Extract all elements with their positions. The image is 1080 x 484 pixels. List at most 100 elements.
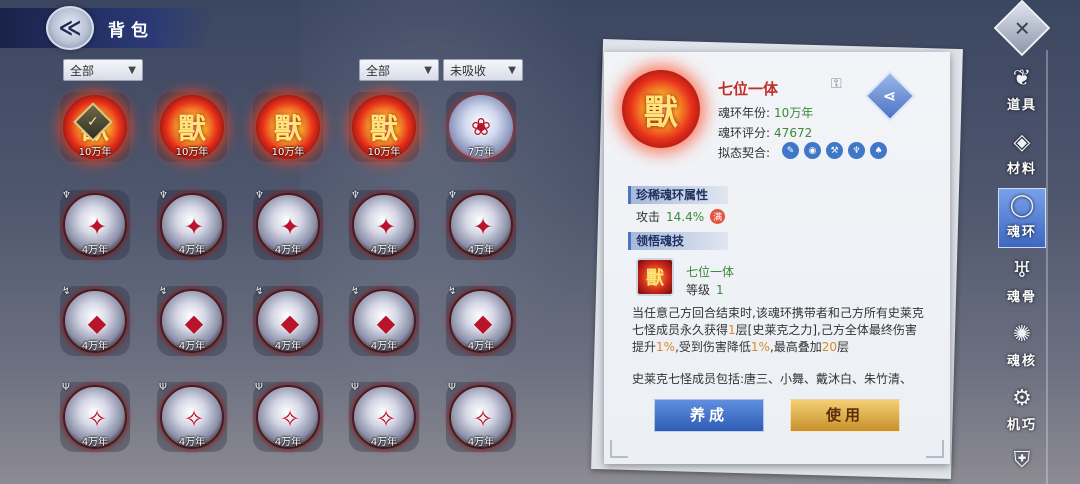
ring-type-badge-icon: Ψ [351, 382, 359, 393]
soul-ring-slot[interactable]: 獸 10万年 [157, 92, 227, 162]
bone-icon: ♅ [1012, 257, 1032, 283]
ring-age-label: 4万年 [178, 245, 206, 256]
close-icon: ✕ [1013, 15, 1031, 40]
skill-heading: 领悟魂技 [628, 232, 728, 250]
ring-name: 七位一体 [718, 80, 779, 98]
ring-icon: ◯ [1009, 192, 1035, 218]
ring-age-label: 4万年 [81, 245, 109, 256]
gear-wing-icon: ⚙ [1012, 385, 1032, 411]
soul-ring-slot[interactable]: ✧ Ψ 4万年 [349, 382, 419, 452]
soul-ring-slot[interactable]: 獸 10万年 [349, 92, 419, 162]
ring-age-label: 10万年 [367, 147, 401, 158]
ring-score-label: 魂环评分: [718, 126, 771, 140]
nav-tab-label: 机巧 [1006, 418, 1037, 433]
ring-age-label: 4万年 [81, 341, 109, 352]
ring-age-label: 10万年 [175, 147, 209, 158]
nav-tab[interactable]: ⚙ 机巧 [998, 382, 1046, 442]
ring-year-row: 魂环年份: 10万年 [718, 104, 813, 121]
ring-year-label: 魂环年份: [718, 106, 771, 120]
soul-ring-slot[interactable]: ✦ ♆ 4万年 [157, 190, 227, 260]
ring-age-label: 4万年 [274, 437, 302, 448]
soul-ring-slot[interactable]: ✧ Ψ 4万年 [157, 382, 227, 452]
soul-ring-slot[interactable]: ✧ Ψ 4万年 [446, 382, 516, 452]
cultivate-button[interactable]: 养成 [654, 399, 764, 432]
skill-description: 当任意己方回合结束时,该魂环携带者和己方所有史莱克七怪成员永久获得1层[史莱克之… [632, 305, 928, 356]
category-filter-right[interactable]: 全部 ▼ [359, 59, 439, 81]
ring-type-badge-icon: ↯ [255, 286, 264, 297]
nav-tab[interactable]: ✺ 魂核 [998, 318, 1046, 378]
nav-tab[interactable]: ♅ 魂骨 [998, 254, 1046, 314]
absorb-status-value: 未吸收 [450, 63, 487, 78]
nav-tab[interactable]: ❦ 道具 [998, 62, 1046, 122]
fit-trident-icon[interactable]: ♆ [848, 142, 865, 159]
soul-ring-slot[interactable]: 獸 10万年 [253, 92, 323, 162]
chevron-down-icon: ▼ [128, 64, 136, 76]
member-list-text: 史莱克七怪成员包括:唐三、小舞、戴沐白、朱竹清、 [632, 372, 913, 386]
soul-ring-slot[interactable]: ◆ ↯ 4万年 [446, 286, 516, 356]
category-filter-left-value: 全部 [70, 63, 95, 78]
desc-text-5: 层 [837, 340, 850, 354]
fit-icons: ✎ ◉ ⚒ ♆ ♠ [782, 142, 887, 159]
soul-ring-slot[interactable]: ◆ ↯ 4万年 [60, 286, 130, 356]
nav-tab-label: 道具 [1006, 98, 1037, 113]
soul-ring-slot[interactable]: ◆ ↯ 4万年 [157, 286, 227, 356]
soul-ring-slot[interactable]: ✦ ♆ 4万年 [349, 190, 419, 260]
corner-ornament [610, 440, 628, 458]
skill-icon[interactable]: 獸 [636, 258, 674, 296]
soul-ring-slot[interactable]: ✧ Ψ 4万年 [60, 382, 130, 452]
swirl-back-icon: ≪ [58, 15, 82, 41]
soul-ring-slot[interactable]: ✦ ♆ 4万年 [446, 190, 516, 260]
ring-type-badge-icon: ♆ [448, 190, 457, 201]
fit-shield-icon[interactable]: ◉ [804, 142, 821, 159]
ring-score-value: 47672 [774, 126, 813, 140]
nav-tab[interactable]: ⛨ [998, 444, 1046, 484]
soul-ring-slot[interactable]: ✦ ♆ 4万年 [253, 190, 323, 260]
chevron-down-icon: ▼ [424, 64, 432, 76]
feather-icon: ❦ [1012, 65, 1032, 91]
skill-level-label: 等级 [686, 283, 711, 297]
selected-ring-icon: 獸 [622, 70, 700, 148]
nav-tab-label: 材料 [1006, 162, 1037, 177]
attack-attribute-row: 攻击 14.4% 满 [636, 208, 726, 225]
corner-ornament [926, 440, 944, 458]
nav-tab[interactable]: ◯ 魂环 [998, 188, 1046, 248]
use-button[interactable]: 使用 [790, 399, 900, 432]
ring-type-badge-icon: Ψ [255, 382, 263, 393]
soul-ring-slot[interactable]: ◆ ↯ 4万年 [349, 286, 419, 356]
close-button[interactable]: ✕ [993, 0, 1051, 57]
ring-fit-row: 拟态契合: [718, 144, 770, 161]
lock-icon[interactable]: ⚿ [831, 76, 847, 94]
back-button[interactable]: ≪ [46, 6, 94, 50]
ring-age-label: 4万年 [274, 245, 302, 256]
soul-ring-slot[interactable]: ✧ Ψ 4万年 [253, 382, 323, 452]
soul-ring-slot[interactable]: ◆ ↯ 4万年 [253, 286, 323, 356]
soul-ring-grid: 獸✓10万年獸10万年獸10万年獸10万年❀7万年✦♆4万年✦♆4万年✦♆4万年… [60, 92, 540, 472]
ring-type-badge-icon: ♆ [351, 190, 360, 201]
ring-fit-label: 拟态契合: [718, 146, 771, 160]
ring-year-value: 10万年 [774, 106, 814, 120]
skill-name: 七位一体 [686, 265, 735, 279]
fit-tree-icon[interactable]: ♠ [870, 142, 887, 159]
fit-pen-icon[interactable]: ✎ [782, 142, 799, 159]
fit-hammer-icon[interactable]: ⚒ [826, 142, 843, 159]
share-button[interactable]: ⋖ [864, 70, 916, 122]
soul-ring-slot[interactable]: ✦ ♆ 4万年 [60, 190, 130, 260]
ring-age-label: 4万年 [467, 341, 495, 352]
ring-age-label: 4万年 [81, 437, 109, 448]
ring-age-label: 4万年 [370, 437, 398, 448]
ring-type-badge-icon: ↯ [448, 286, 457, 297]
ring-age-label: 4万年 [274, 341, 302, 352]
nav-tab-label: 魂核 [1006, 354, 1037, 369]
ring-age-label: 4万年 [370, 341, 398, 352]
ring-age-label: 4万年 [467, 245, 495, 256]
soul-ring-slot[interactable]: ❀ 7万年 [446, 92, 516, 162]
ring-age-label: 4万年 [178, 437, 206, 448]
ring-score-row: 魂环评分: 47672 [718, 124, 812, 141]
skill-level-value: 1 [716, 283, 724, 297]
category-filter-left[interactable]: 全部 ▼ [63, 59, 143, 81]
ring-type-badge-icon: Ψ [448, 382, 456, 393]
desc-highlight-4: 20 [821, 340, 838, 354]
absorb-status-filter[interactable]: 未吸收 ▼ [443, 59, 523, 81]
soul-ring-slot[interactable]: 獸✓10万年 [60, 92, 130, 162]
nav-tab[interactable]: ◈ 材料 [998, 126, 1046, 186]
